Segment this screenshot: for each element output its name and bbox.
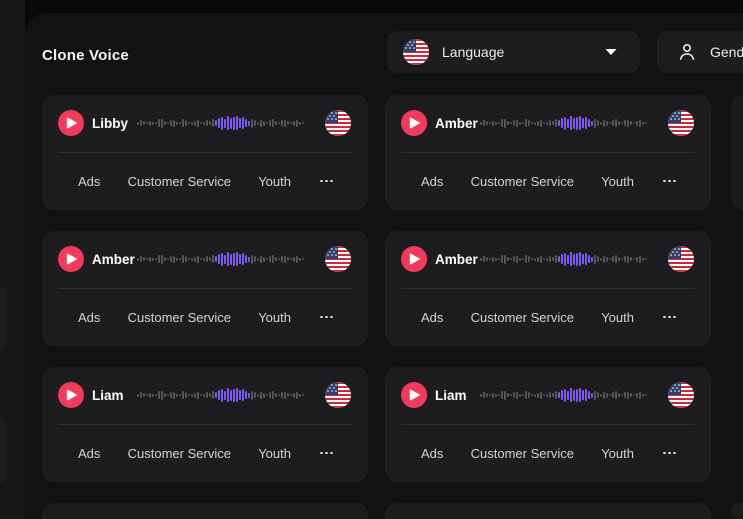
play-icon xyxy=(409,117,420,129)
tag-label: Customer Service xyxy=(128,174,231,189)
tag-label: Ads xyxy=(78,174,100,189)
more-options-button[interactable] xyxy=(318,450,335,457)
tag-label: Youth xyxy=(601,174,634,189)
more-horizontal-icon xyxy=(663,180,666,183)
play-icon xyxy=(66,253,77,265)
more-horizontal-icon xyxy=(663,316,666,319)
gender-filter-label: Gender xyxy=(710,44,743,60)
play-button[interactable] xyxy=(401,246,427,272)
voice-card[interactable]: Libby AdsCustomer Servic xyxy=(42,95,368,210)
tag-label: Ads xyxy=(421,310,443,325)
card-divider xyxy=(58,152,352,153)
tag-label: Customer Service xyxy=(128,446,231,461)
tag-label: Youth xyxy=(258,446,291,461)
tag-label: Youth xyxy=(258,174,291,189)
tag-label: Ads xyxy=(421,446,443,461)
us-flag-icon xyxy=(325,246,351,272)
tag-label: Youth xyxy=(601,310,634,325)
waveform xyxy=(480,251,650,267)
card-divider xyxy=(401,288,695,289)
waveform xyxy=(480,387,650,403)
voice-name: Amber xyxy=(92,252,135,267)
tag-label: Youth xyxy=(258,310,291,325)
tag-list: Ads Customer Service Youth xyxy=(421,169,678,193)
page-title: Clone Voice xyxy=(42,47,129,64)
voice-card-partial[interactable] xyxy=(385,503,711,519)
tag-label: Customer Service xyxy=(471,310,574,325)
play-icon xyxy=(409,253,420,265)
gender-filter-button[interactable]: Gender xyxy=(657,31,743,73)
play-icon xyxy=(66,389,77,401)
language-filter-button[interactable]: Language xyxy=(387,31,640,73)
voice-name: Amber xyxy=(435,252,478,267)
language-filter-label: Language xyxy=(442,44,504,60)
waveform xyxy=(137,251,307,267)
play-icon xyxy=(66,117,77,129)
card-divider xyxy=(58,288,352,289)
person-icon xyxy=(677,42,697,62)
more-options-button[interactable] xyxy=(318,314,335,321)
us-flag-icon xyxy=(668,382,694,408)
card-divider xyxy=(401,424,695,425)
more-options-button[interactable] xyxy=(318,178,335,185)
tag-label: Ads xyxy=(421,174,443,189)
voice-card-grid: Libby AdsCustomer Servic xyxy=(42,95,711,519)
more-options-button[interactable] xyxy=(661,450,678,457)
tag-label: Customer Service xyxy=(128,310,231,325)
background-card-edge xyxy=(0,418,6,483)
voice-card[interactable]: Amber AdsCustomer Servic xyxy=(385,95,711,210)
us-flag-icon xyxy=(668,246,694,272)
more-horizontal-icon xyxy=(663,452,666,455)
chevron-down-icon xyxy=(604,48,618,56)
tag-label: Youth xyxy=(601,446,634,461)
voice-card[interactable]: Amber AdsCustomer Servic xyxy=(385,231,711,346)
us-flag-icon xyxy=(403,39,429,65)
tag-list: Ads Customer Service Youth xyxy=(78,169,335,193)
clone-voice-page: Clone Voice Language xyxy=(0,0,743,519)
page-background-strip xyxy=(0,0,25,519)
play-button[interactable] xyxy=(58,246,84,272)
tag-list: Ads Customer Service Youth xyxy=(421,441,678,465)
waveform xyxy=(137,115,307,131)
tag-list: Ads Customer Service Youth xyxy=(78,305,335,329)
tag-list: Ads Customer Service Youth xyxy=(78,441,335,465)
voice-name: Libby xyxy=(92,116,128,131)
waveform xyxy=(480,115,650,131)
more-horizontal-icon xyxy=(320,180,323,183)
card-divider xyxy=(401,152,695,153)
waveform xyxy=(137,387,307,403)
voice-name: Liam xyxy=(92,388,124,403)
voice-name: Amber xyxy=(435,116,478,131)
tag-list: Ads Customer Service Youth xyxy=(421,305,678,329)
more-options-button[interactable] xyxy=(661,178,678,185)
card-divider xyxy=(58,424,352,425)
background-card-edge xyxy=(0,287,6,352)
voice-name: Liam xyxy=(435,388,467,403)
us-flag-icon xyxy=(325,110,351,136)
more-horizontal-icon xyxy=(320,452,323,455)
voice-card[interactable]: Liam Ads Customer Service xyxy=(385,367,711,482)
us-flag-icon xyxy=(668,110,694,136)
voice-card-partial[interactable] xyxy=(42,503,368,519)
us-flag-icon xyxy=(325,382,351,408)
tag-label: Customer Service xyxy=(471,174,574,189)
play-button[interactable] xyxy=(401,110,427,136)
tag-label: Ads xyxy=(78,310,100,325)
tag-label: Customer Service xyxy=(471,446,574,461)
play-button[interactable] xyxy=(401,382,427,408)
voice-card[interactable]: Liam Ads Customer Service xyxy=(42,367,368,482)
voice-card-partial[interactable] xyxy=(731,95,743,210)
more-options-button[interactable] xyxy=(661,314,678,321)
tag-label: Ads xyxy=(78,446,100,461)
play-icon xyxy=(409,389,420,401)
voice-card[interactable]: Amber AdsCustomer Servic xyxy=(42,231,368,346)
voice-card-partial[interactable] xyxy=(731,503,743,519)
more-horizontal-icon xyxy=(320,316,323,319)
play-button[interactable] xyxy=(58,382,84,408)
play-button[interactable] xyxy=(58,110,84,136)
